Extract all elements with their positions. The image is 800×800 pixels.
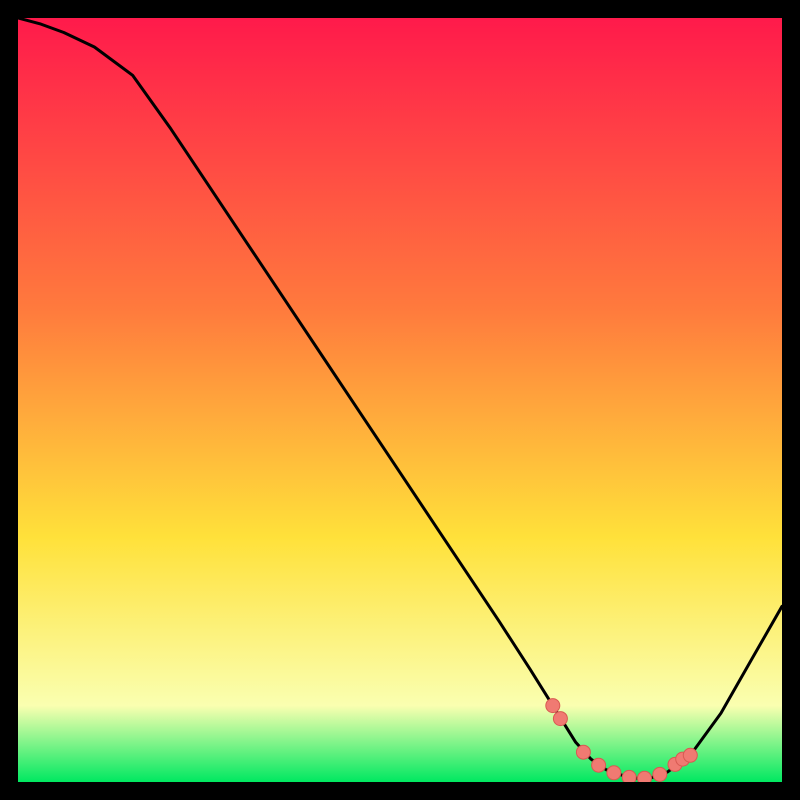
gradient-background bbox=[18, 18, 782, 782]
optimal-marker bbox=[607, 766, 621, 780]
chart-frame: TheBottleneck.com bbox=[18, 18, 782, 782]
optimal-marker bbox=[576, 745, 590, 759]
optimal-marker bbox=[546, 699, 560, 713]
optimal-marker bbox=[638, 771, 652, 782]
optimal-marker bbox=[592, 758, 606, 772]
optimal-marker bbox=[653, 767, 667, 781]
bottleneck-chart bbox=[18, 18, 782, 782]
optimal-marker bbox=[622, 770, 636, 782]
optimal-marker bbox=[553, 712, 567, 726]
optimal-marker bbox=[683, 748, 697, 762]
